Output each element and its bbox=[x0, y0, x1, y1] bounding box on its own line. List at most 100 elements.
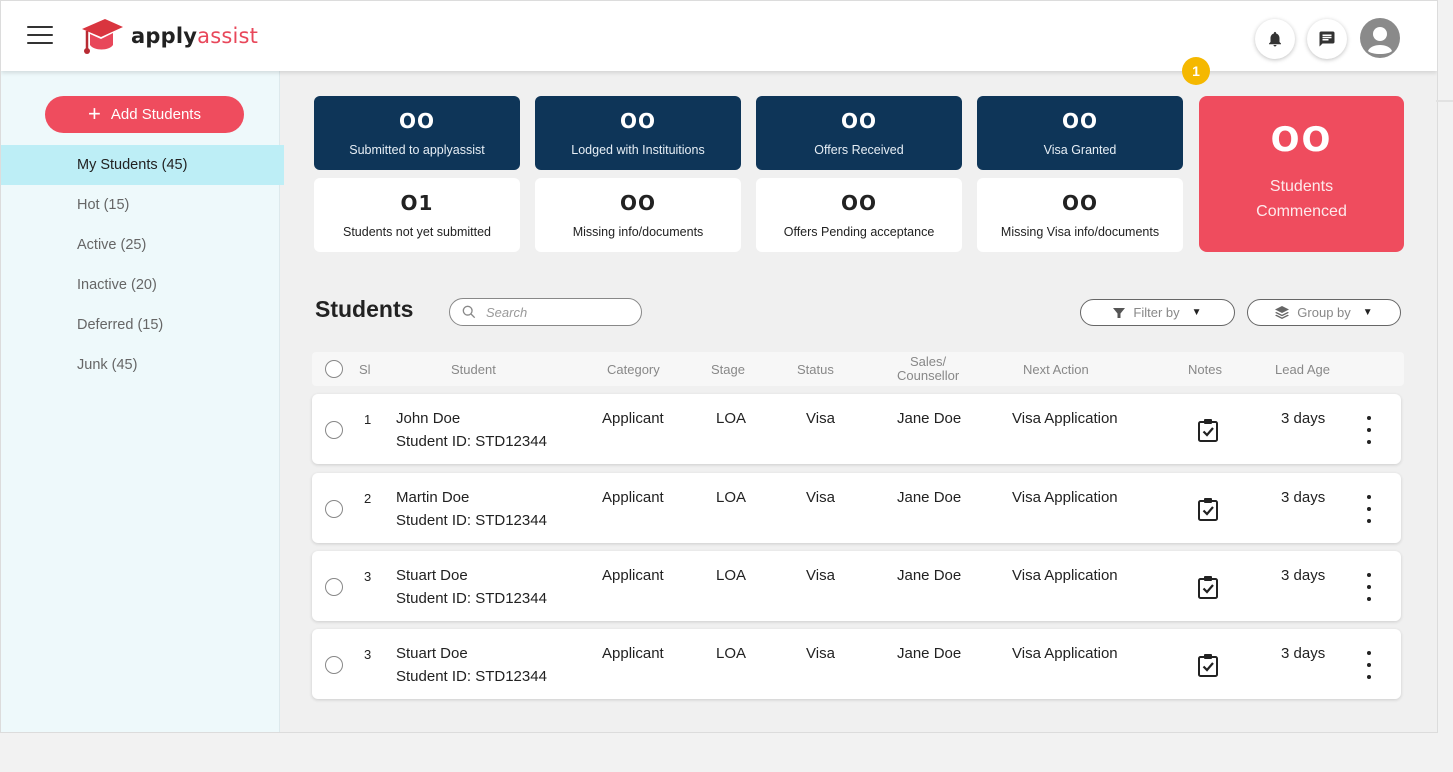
row-status: Visa bbox=[806, 567, 835, 584]
sidebar-item-active[interactable]: Active (25) bbox=[1, 225, 284, 265]
stat-label: Missing info/documents bbox=[572, 225, 704, 239]
row-status: Visa bbox=[806, 645, 835, 662]
column-sl: Sl bbox=[359, 362, 371, 377]
table-row[interactable]: 2 Martin Doe Student ID: STD12344 Applic… bbox=[312, 473, 1401, 543]
brand-name-part1: apply bbox=[131, 24, 198, 48]
student-name[interactable]: Stuart Doe bbox=[396, 567, 468, 584]
table-row[interactable]: 3 Stuart Doe Student ID: STD12344 Applic… bbox=[312, 629, 1401, 699]
row-select-radio[interactable] bbox=[325, 656, 343, 674]
sidebar-item-label: My Students (45) bbox=[77, 157, 188, 173]
row-counsellor: Jane Doe bbox=[897, 489, 962, 506]
top-bar: applyassist bbox=[1, 1, 1437, 71]
table-row[interactable]: 1 John Doe Student ID: STD12344 Applican… bbox=[312, 394, 1401, 464]
stat-not-submitted-card[interactable]: O1 Students not yet submitted bbox=[314, 178, 520, 252]
more-options-icon[interactable] bbox=[1364, 651, 1374, 679]
more-options-icon[interactable] bbox=[1364, 416, 1374, 444]
column-next-action: Next Action bbox=[1023, 362, 1089, 377]
hamburger-menu-icon[interactable] bbox=[27, 26, 53, 46]
stat-missing-visa-card[interactable]: OO Missing Visa info/documents bbox=[977, 178, 1183, 252]
row-category: Applicant bbox=[602, 645, 664, 662]
stat-label: Lodged with Instituitions bbox=[571, 143, 705, 157]
row-sl: 3 bbox=[364, 647, 372, 662]
column-student: Student bbox=[451, 362, 496, 377]
sidebar-item-label: Hot (15) bbox=[77, 197, 130, 213]
stat-submitted-card[interactable]: OO Submitted to applyassist bbox=[314, 96, 520, 170]
stat-value: OO bbox=[1061, 191, 1098, 215]
brand-name-part2: assist bbox=[197, 24, 259, 48]
stat-value: OO bbox=[619, 191, 656, 215]
column-lead-age: Lead Age bbox=[1275, 362, 1330, 377]
student-name[interactable]: John Doe bbox=[396, 410, 460, 427]
search-icon bbox=[462, 305, 476, 319]
stat-label: Offers Pending acceptance bbox=[783, 225, 935, 239]
more-options-icon[interactable] bbox=[1364, 495, 1374, 523]
stat-label: Submitted to applyassist bbox=[349, 143, 485, 157]
table-header: Sl Student Category Stage Status Sales/ … bbox=[312, 352, 1404, 386]
clipboard-check-icon[interactable] bbox=[1197, 575, 1219, 599]
stat-value: OO bbox=[840, 191, 877, 215]
plus-icon: + bbox=[88, 100, 101, 126]
row-stage: LOA bbox=[716, 410, 747, 427]
stat-missing-info-card[interactable]: OO Missing info/documents bbox=[535, 178, 741, 252]
app-window: applyassist 1 + Add Students My Students … bbox=[0, 0, 1438, 733]
row-counsellor: Jane Doe bbox=[897, 645, 962, 662]
stat-value: O1 bbox=[400, 191, 434, 215]
sidebar-item-deferred[interactable]: Deferred (15) bbox=[1, 305, 284, 345]
row-next-action: Visa Application bbox=[1012, 645, 1118, 662]
sidebar-item-inactive[interactable]: Inactive (20) bbox=[1, 265, 284, 305]
notifications-button[interactable] bbox=[1255, 19, 1295, 59]
sidebar-item-hot[interactable]: Hot (15) bbox=[1, 185, 284, 225]
column-sales-line1: Sales/ bbox=[910, 354, 947, 369]
bell-icon bbox=[1269, 31, 1281, 47]
sidebar-item-junk[interactable]: Junk (45) bbox=[1, 345, 284, 385]
sidebar: + Add Students My Students (45) Hot (15) … bbox=[1, 71, 284, 732]
group-by-dropdown[interactable]: Group by ▼ bbox=[1247, 299, 1401, 326]
search-input[interactable] bbox=[486, 304, 626, 320]
student-name[interactable]: Martin Doe bbox=[396, 489, 469, 506]
column-sales-line2: Counsellor bbox=[897, 368, 960, 383]
student-name[interactable]: Stuart Doe bbox=[396, 645, 468, 662]
row-status: Visa bbox=[806, 410, 835, 427]
stat-label-line2: Commenced bbox=[1256, 203, 1347, 220]
stat-label: Offers Received bbox=[814, 143, 904, 157]
more-options-icon[interactable] bbox=[1364, 573, 1374, 601]
logo[interactable]: applyassist bbox=[79, 15, 258, 57]
clipboard-check-icon[interactable] bbox=[1197, 418, 1219, 442]
row-lead-age: 3 days bbox=[1281, 410, 1326, 427]
column-notes: Notes bbox=[1188, 362, 1222, 377]
select-all-radio[interactable] bbox=[325, 360, 343, 378]
row-select-radio[interactable] bbox=[325, 421, 343, 439]
row-stage: LOA bbox=[716, 567, 747, 584]
row-stage: LOA bbox=[716, 489, 747, 506]
chevron-down-icon: ▼ bbox=[1191, 307, 1202, 318]
row-select-radio[interactable] bbox=[325, 500, 343, 518]
user-avatar-icon[interactable] bbox=[1360, 18, 1400, 58]
stat-value: OO bbox=[840, 109, 877, 133]
row-select-radio[interactable] bbox=[325, 578, 343, 596]
stat-visa-granted-card[interactable]: OO Visa Granted bbox=[977, 96, 1183, 170]
messages-button[interactable] bbox=[1307, 19, 1347, 59]
row-lead-age: 3 days bbox=[1281, 567, 1326, 584]
table-row[interactable]: 3 Stuart Doe Student ID: STD12344 Applic… bbox=[312, 551, 1401, 621]
stat-offers-pending-card[interactable]: OO Offers Pending acceptance bbox=[756, 178, 962, 252]
sidebar-item-my-students[interactable]: My Students (45) bbox=[1, 145, 284, 185]
clipboard-check-icon[interactable] bbox=[1197, 497, 1219, 521]
stat-lodged-card[interactable]: OO Lodged with Instituitions bbox=[535, 96, 741, 170]
row-next-action: Visa Application bbox=[1012, 410, 1118, 427]
row-category: Applicant bbox=[602, 489, 664, 506]
column-category: Category bbox=[607, 362, 660, 377]
sidebar-item-label: Active (25) bbox=[77, 237, 147, 253]
filter-by-label: Filter by bbox=[1133, 305, 1180, 320]
student-id: Student ID: STD12344 bbox=[396, 668, 547, 685]
stat-value: OO bbox=[619, 109, 656, 133]
stat-value: OO bbox=[398, 109, 435, 133]
student-id: Student ID: STD12344 bbox=[396, 512, 547, 529]
students-commenced-card[interactable]: OO Students Commenced bbox=[1199, 96, 1404, 252]
search-box[interactable] bbox=[449, 298, 642, 326]
stat-offers-received-card[interactable]: OO Offers Received bbox=[756, 96, 962, 170]
filter-by-dropdown[interactable]: Filter by ▼ bbox=[1080, 299, 1235, 326]
row-counsellor: Jane Doe bbox=[897, 567, 962, 584]
stat-label: Missing Visa info/documents bbox=[1000, 225, 1160, 239]
add-students-button[interactable]: + Add Students bbox=[45, 96, 244, 133]
clipboard-check-icon[interactable] bbox=[1197, 653, 1219, 677]
